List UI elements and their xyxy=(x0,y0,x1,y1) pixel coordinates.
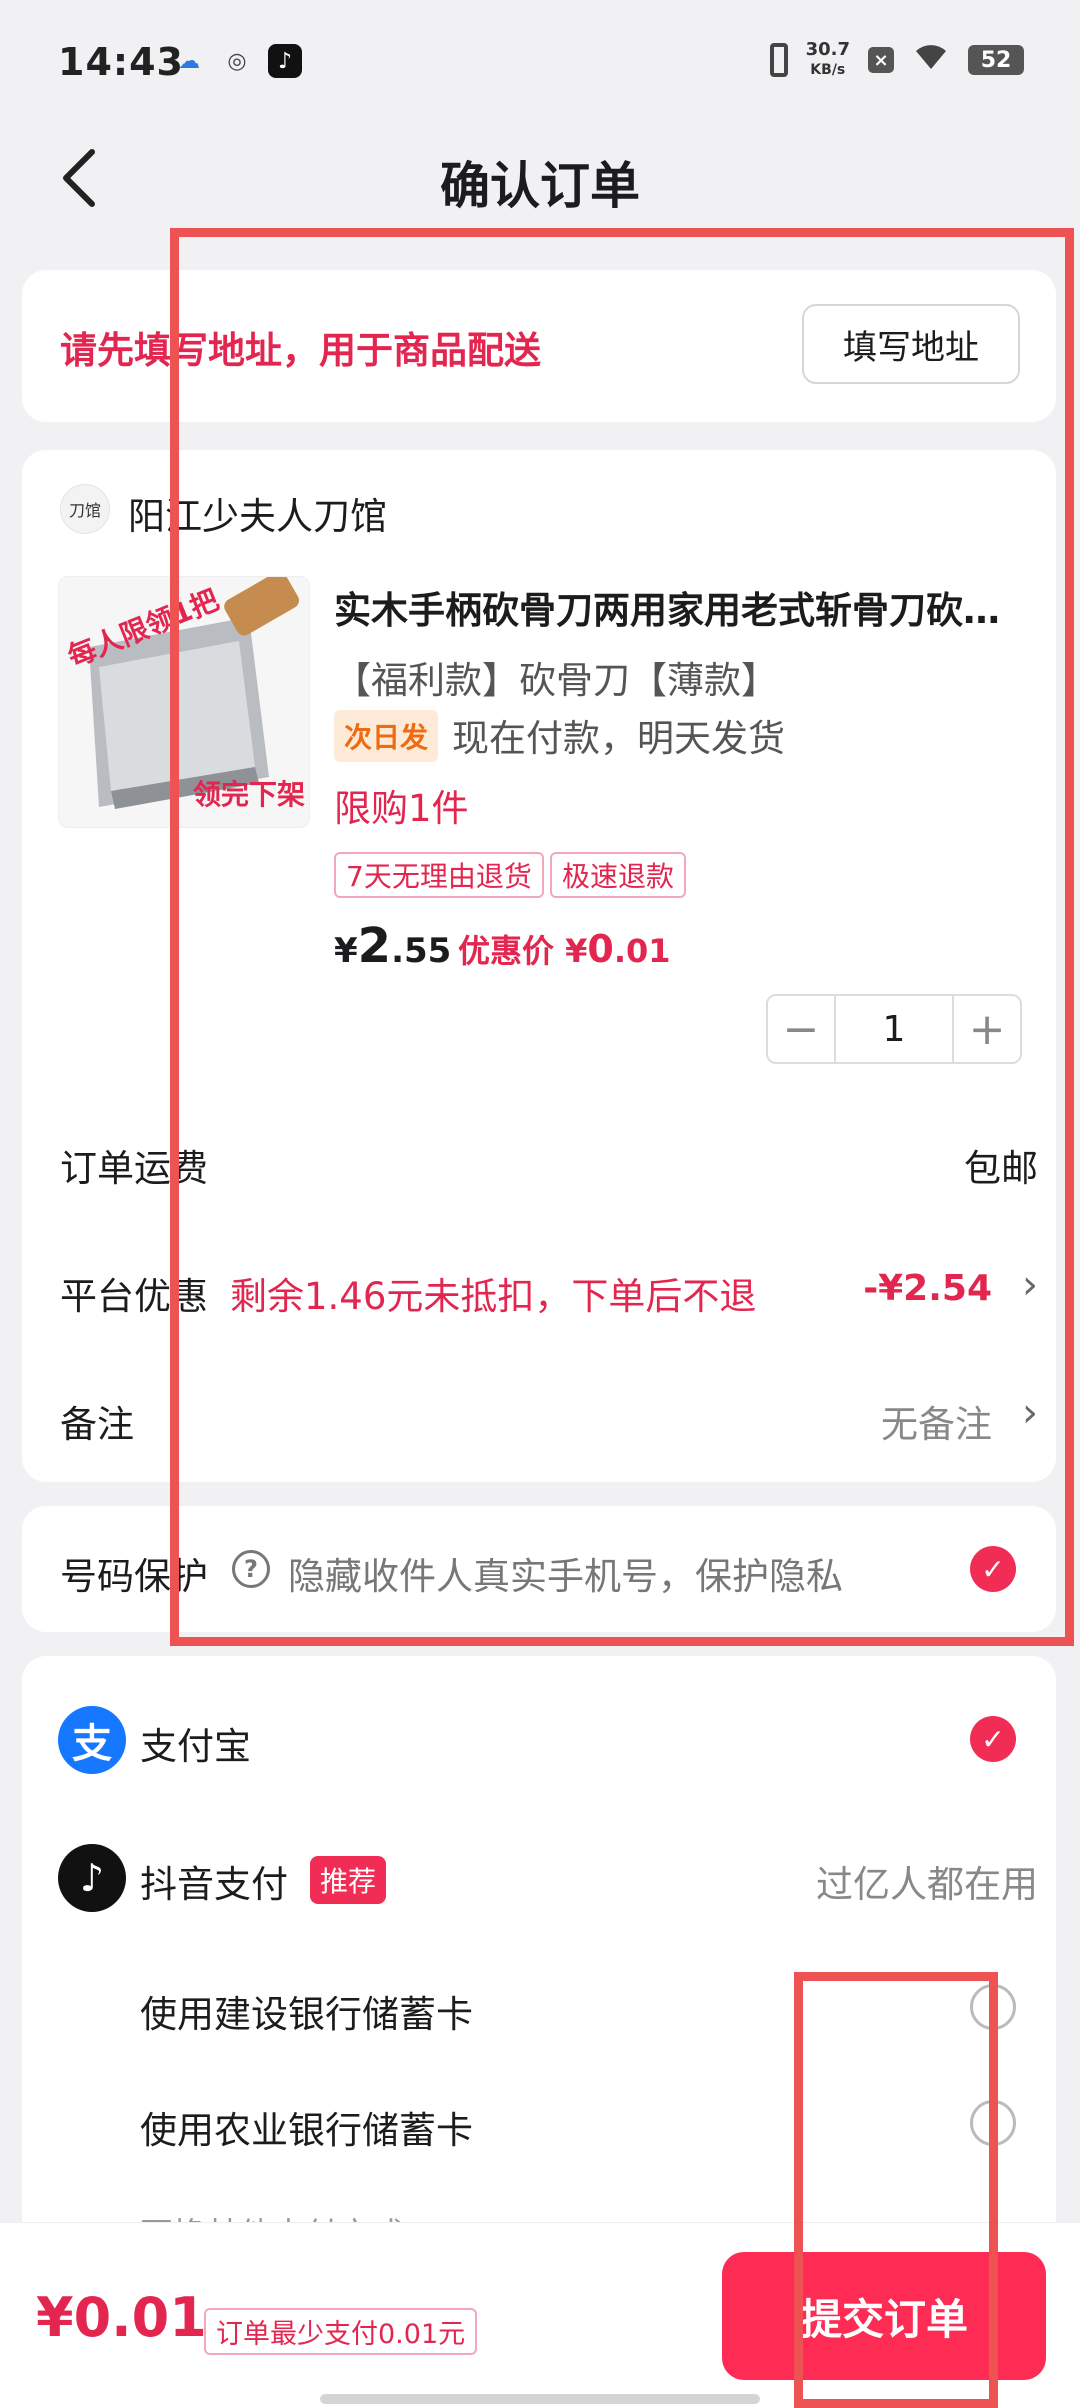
status-notification-icons: ☁ ◎ ♪ xyxy=(172,44,302,78)
douyin-slogan: 过亿人都在用 xyxy=(816,1863,1038,1906)
annotation-box-submit xyxy=(794,1972,998,2408)
abc-card-option[interactable]: 使用农业银行储蓄卡 xyxy=(140,2100,473,2154)
home-indicator[interactable] xyxy=(320,2394,760,2404)
alipay-label[interactable]: 支付宝 xyxy=(140,1716,251,1770)
status-right-icons: 30.7 KB/s × 52 xyxy=(769,40,1024,80)
tiktok-app-icon: ♪ xyxy=(268,44,302,78)
min-pay-note: 订单最少支付0.01元 xyxy=(204,2308,478,2355)
cloud-app-icon: ☁ xyxy=(178,48,200,74)
page-title: 确认订单 xyxy=(440,157,640,215)
recommend-badge: 推荐 xyxy=(310,1856,387,1904)
annotation-box-main xyxy=(170,228,1074,1646)
net-speed-value: 30.7 xyxy=(805,39,850,60)
alipay-check-icon[interactable]: ✓ xyxy=(970,1716,1016,1762)
ccb-card-option[interactable]: 使用建设银行储蓄卡 xyxy=(140,1984,473,2038)
leaf-app-icon: ◎ xyxy=(227,48,247,74)
battery-icon: 52 xyxy=(968,45,1024,75)
no-sim-icon: × xyxy=(868,47,894,73)
net-speed: 30.7 KB/s xyxy=(806,40,850,80)
wifi-icon xyxy=(912,41,950,79)
remark-label: 备注 xyxy=(60,1403,134,1446)
status-time: 14:43 xyxy=(58,40,184,84)
shop-logo: 刀馆 xyxy=(60,484,110,534)
douyin-pay-label[interactable]: 抖音支付 xyxy=(140,1854,288,1908)
net-speed-unit: KB/s xyxy=(810,62,846,78)
douyin-pay-icon: ♪ xyxy=(58,1844,126,1912)
total-amount: ¥0.01 xyxy=(36,2286,207,2349)
alipay-icon: 支 xyxy=(58,1706,126,1774)
vibrate-icon xyxy=(769,43,788,77)
